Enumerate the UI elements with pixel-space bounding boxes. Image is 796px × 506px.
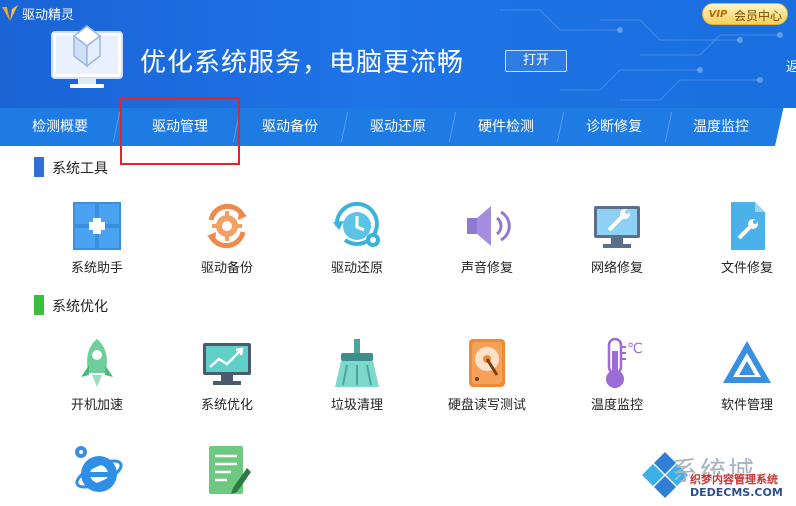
tool-file-repair[interactable]: 文件修复	[687, 200, 796, 286]
vip-badge: VIP	[708, 9, 728, 20]
tool-software-management[interactable]: 软件管理	[687, 337, 796, 423]
tool-network-repair[interactable]: 网络修复	[557, 200, 677, 286]
thermometer-icon: ℃	[606, 337, 643, 388]
app-logo-icon	[2, 5, 18, 21]
tool-label: 垃圾清理	[330, 398, 383, 413]
tool-driver-backup[interactable]: 驱动备份	[167, 200, 287, 286]
tool-junk-cleanup[interactable]: 垃圾清理	[297, 337, 417, 423]
section-marker	[34, 157, 44, 177]
ie-browser-icon	[75, 446, 123, 492]
tool-label: 驱动备份	[200, 261, 253, 276]
app-header: 驱动精灵 VIP 会员中心 优化系统服务，电脑更流畅 打开 返	[0, 0, 796, 108]
svg-text:℃: ℃	[627, 341, 643, 357]
clock-restore-icon	[333, 201, 380, 247]
hero-headline: 优化系统服务，电脑更流畅	[140, 48, 465, 78]
watermark-line1: 织梦内容管理系统	[690, 473, 778, 486]
tab-hardware-detect[interactable]: 硬件检测	[452, 108, 560, 146]
tool-label: 系统优化	[200, 398, 253, 413]
triangle-app-icon	[723, 341, 771, 383]
tool-document-edit[interactable]	[167, 444, 287, 506]
tool-label: 软件管理	[720, 398, 773, 413]
speaker-icon	[467, 206, 511, 246]
tab-overview[interactable]: 检测概要	[6, 108, 114, 146]
optimize-box-icon	[51, 25, 123, 88]
tool-label: 温度监控	[590, 398, 643, 413]
tab-driver-backup[interactable]: 驱动备份	[236, 108, 344, 146]
tool-label: 开机加速	[70, 398, 123, 413]
tab-diagnose-repair[interactable]: 诊断修复	[560, 108, 668, 146]
tool-system-assistant[interactable]: 系统助手	[37, 200, 157, 286]
tool-label: 声音修复	[460, 261, 513, 276]
tool-sound-repair[interactable]: 声音修复	[427, 200, 547, 286]
tab-temperature-monitor[interactable]: 温度监控	[668, 108, 774, 146]
vip-center-button[interactable]: VIP 会员中心	[702, 3, 788, 25]
gear-cycle-icon	[207, 203, 247, 249]
hard-disk-icon	[469, 339, 505, 387]
tool-browser-repair[interactable]	[37, 444, 157, 506]
highlight-box	[120, 97, 240, 165]
tool-label: 网络修复	[590, 261, 643, 276]
tool-temperature-monitor[interactable]: ℃ 温度监控	[557, 337, 677, 423]
tool-label: 文件修复	[720, 261, 773, 276]
edge-text[interactable]: 返	[786, 56, 796, 75]
app-title: 驱动精灵	[22, 8, 75, 23]
broom-icon	[335, 339, 379, 387]
tool-label: 硬盘读写测试	[447, 398, 526, 413]
tool-driver-restore[interactable]: 驱动还原	[297, 200, 417, 286]
section-title: 系统工具	[52, 161, 108, 177]
section-marker	[34, 295, 44, 315]
tool-boot-speedup[interactable]: 开机加速	[37, 337, 157, 423]
monitor-chart-icon	[203, 343, 251, 385]
tool-label: 系统助手	[70, 261, 123, 276]
document-pen-icon	[209, 446, 251, 494]
watermark-line2: DEDECMS.COM	[690, 486, 783, 499]
tool-disk-rw-test[interactable]: 硬盘读写测试	[427, 337, 547, 423]
tool-system-optimize[interactable]: 系统优化	[167, 337, 287, 423]
monitor-wrench-icon	[594, 206, 640, 248]
open-button[interactable]: 打开	[505, 50, 567, 72]
tab-driver-restore[interactable]: 驱动还原	[344, 108, 452, 146]
windows-icon	[73, 202, 121, 250]
section-title: 系统优化	[52, 299, 108, 315]
rocket-icon	[81, 339, 113, 387]
tool-label: 驱动还原	[330, 261, 383, 276]
vip-label: 会员中心	[734, 9, 783, 23]
tab-bar-end	[775, 108, 796, 146]
document-wrench-icon	[731, 202, 765, 250]
